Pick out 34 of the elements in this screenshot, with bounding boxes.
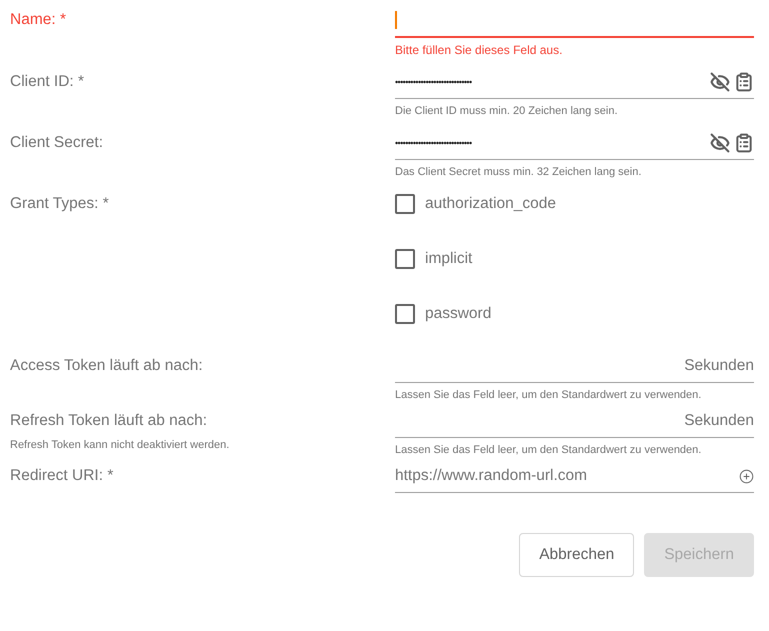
field-label: Client Secret:: [10, 133, 104, 153]
checkbox-label: password: [425, 305, 492, 323]
text-cursor: [395, 11, 396, 29]
field-label: Client ID: *: [10, 72, 86, 92]
checkbox-label: implicit: [425, 250, 472, 268]
eye-off-icon[interactable]: [710, 72, 730, 92]
checkbox[interactable]: [395, 194, 415, 214]
seconds-field[interactable]: Sekunden: [395, 350, 754, 383]
field-label: Name: *: [10, 10, 67, 30]
hint-text: Lassen Sie das Feld leer, um den Standardwert zu verwenden.: [395, 389, 702, 401]
clipboard-icon[interactable]: [734, 133, 754, 153]
placeholder-text: https://www.random-url.com: [395, 467, 588, 485]
checkbox[interactable]: [395, 304, 415, 324]
seconds-field[interactable]: Sekunden: [395, 405, 754, 438]
checkbox-label: authorization_code: [425, 195, 556, 213]
secret-field[interactable]: ••••••••••••••••••••••••••••••: [395, 66, 754, 99]
error-message: Bitte füllen Sie dieses Feld aus.: [395, 44, 564, 56]
add-icon[interactable]: [739, 468, 754, 484]
field-label: Grant Types: *: [10, 194, 110, 214]
secret-field[interactable]: ••••••••••••••••••••••••••••••: [395, 127, 754, 160]
eye-off-icon[interactable]: [710, 133, 730, 153]
hint-text: Die Client ID muss min. 20 Zeichen lang sein.: [395, 105, 619, 117]
cancel-button[interactable]: Abbrechen: [519, 533, 634, 577]
hint-text: Das Client Secret muss min. 32 Zeichen lang sein.: [395, 166, 642, 178]
checkbox[interactable]: [395, 249, 415, 269]
hint-text: Lassen Sie das Feld leer, um den Standardwert zu verwenden.: [395, 444, 702, 456]
field-note: Refresh Token kann nicht deaktiviert werden.: [10, 439, 230, 451]
masked-value: ••••••••••••••••••••••••••••••: [395, 138, 472, 148]
field-label: Refresh Token läuft ab nach:: [10, 411, 208, 431]
field-label: Access Token läuft ab nach:: [10, 356, 204, 376]
field-label: Redirect URI: *: [10, 466, 114, 486]
clipboard-icon[interactable]: [734, 72, 754, 92]
masked-value: ••••••••••••••••••••••••••••••: [395, 77, 472, 87]
url-field[interactable]: https://www.random-url.com: [395, 460, 754, 493]
